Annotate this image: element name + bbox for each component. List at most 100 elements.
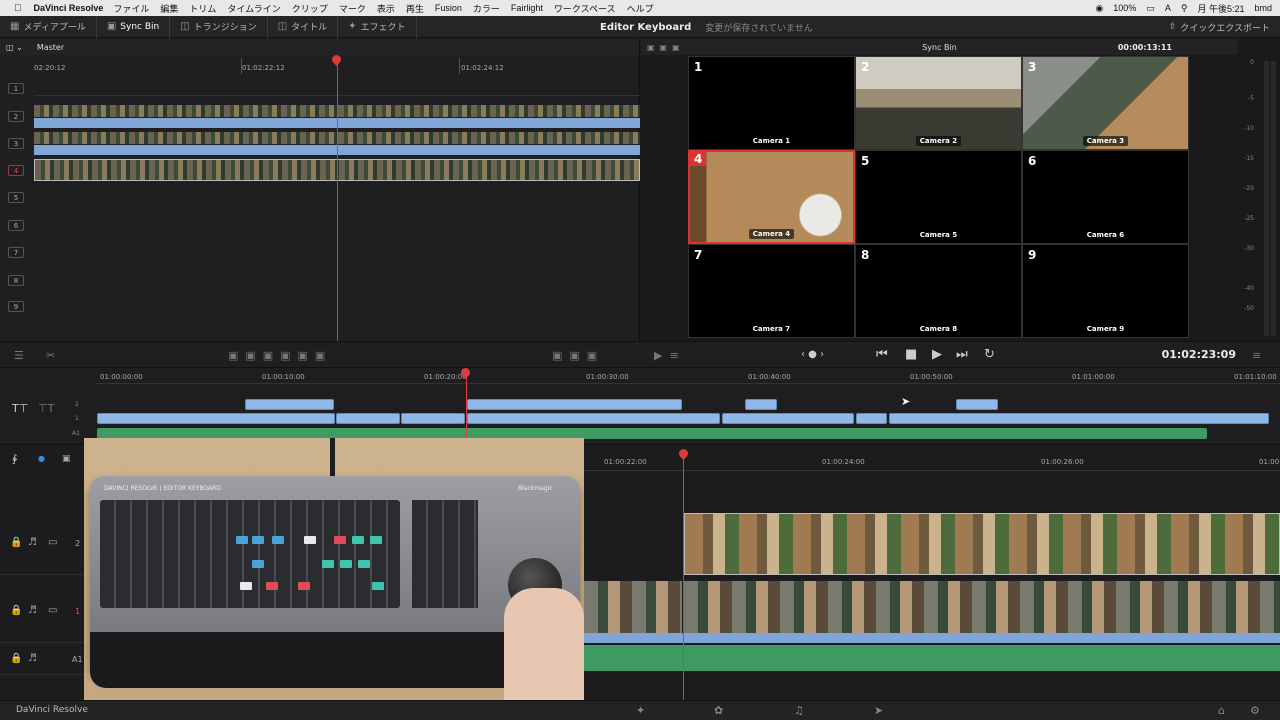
snapping-icon[interactable]: ∲ <box>12 454 17 465</box>
viewer-timecode: 00:00:13:11 <box>1117 42 1172 52</box>
upper-clip-v2[interactable] <box>745 399 777 410</box>
lower-ruler[interactable]: 01:00:22:00 01:00:24:00 01:00:26:00 01:0… <box>584 445 1280 471</box>
color-page-icon[interactable]: ✿ <box>714 704 723 717</box>
menu-color[interactable]: カラー <box>473 2 500 15</box>
deliver-page-icon[interactable]: ➤ <box>874 704 883 717</box>
menu-playback[interactable]: 再生 <box>406 2 424 15</box>
lower-clip-audio-link[interactable] <box>584 633 1280 643</box>
menu-view[interactable]: 表示 <box>377 2 395 15</box>
source-track-num[interactable]: 2 <box>8 111 24 122</box>
gear-icon[interactable]: ⚙ <box>1250 704 1260 717</box>
upper-clip-v1[interactable] <box>467 413 720 424</box>
loop-icon[interactable]: ↻ <box>984 347 995 362</box>
quick-export-button[interactable]: ⇧ クイックエクスポート <box>1169 16 1270 38</box>
camera-angle-7[interactable]: 7 Camera 7 <box>688 244 855 338</box>
menu-icon[interactable]: ≡ <box>1252 349 1261 362</box>
lock-icon[interactable]: 🔒 <box>10 653 22 664</box>
menu-trim[interactable]: トリム <box>189 2 216 15</box>
camera-number: 8 <box>861 248 870 262</box>
source-track-num[interactable]: 6 <box>8 220 24 231</box>
upper-clip-v1[interactable] <box>889 413 1269 424</box>
camera-angle-3[interactable]: 3 Camera 3 <box>1022 56 1189 150</box>
lock-icon[interactable]: 🔒 <box>10 605 22 616</box>
source-track-num[interactable]: 3 <box>8 138 24 149</box>
upper-clip-v2[interactable] <box>467 399 682 410</box>
play-icon[interactable]: ▶ <box>932 347 942 362</box>
source-track-num[interactable]: 1 <box>8 83 24 94</box>
blade-icon[interactable]: ✂ <box>46 349 55 362</box>
upper-clip-v1[interactable] <box>401 413 465 424</box>
camera-angle-5[interactable]: 5 Camera 5 <box>855 150 1022 244</box>
fairlight-page-icon[interactable]: ♫ <box>794 704 804 717</box>
input-source-indicator[interactable]: A <box>1165 3 1171 13</box>
upper-clip-v2[interactable] <box>245 399 334 410</box>
camera-angle-9[interactable]: 9 Camera 9 <box>1022 244 1189 338</box>
upper-clip-v2[interactable] <box>956 399 998 410</box>
speaker-icon[interactable]: ♬ <box>28 605 37 616</box>
camera-angle-6[interactable]: 6 Camera 6 <box>1022 150 1189 244</box>
speaker-icon[interactable]: ♬ <box>28 653 37 664</box>
menu-help[interactable]: ヘルプ <box>627 2 654 15</box>
transitions-button[interactable]: ◫ トランジション <box>170 15 268 38</box>
menu-edit[interactable]: 編集 <box>160 2 178 15</box>
sync-bin-label: Sync Bin <box>120 21 160 32</box>
monitor-icon[interactable]: ▭ <box>48 537 57 548</box>
title-tool-icon[interactable]: T⊤ <box>12 402 28 415</box>
media-pool-button[interactable]: ▦ メディアプール <box>0 15 97 38</box>
lock-icon[interactable]: 🔒 <box>10 537 22 548</box>
timeline-options-icon[interactable]: ☰ <box>14 349 24 362</box>
apple-menu-icon[interactable]:  <box>14 3 22 14</box>
menubar-user[interactable]: bmd <box>1254 3 1272 13</box>
menu-clip[interactable]: クリップ <box>292 2 328 15</box>
wifi-icon[interactable]: ◉ <box>1095 3 1103 14</box>
go-to-end-icon[interactable]: ⏭ <box>956 347 968 362</box>
lower-clip-v2[interactable] <box>684 513 1280 575</box>
camera-angle-2[interactable]: 2 Camera 2 <box>855 56 1022 150</box>
camera-angle-1[interactable]: 1 Camera 1 <box>688 56 855 150</box>
menu-fairlight[interactable]: Fairlight <box>511 3 543 13</box>
speaker-icon[interactable]: ♬ <box>28 537 37 548</box>
edit-mode-icons[interactable]: ▣ ▣ ▣ ▣ ▣ ▣ <box>228 349 325 362</box>
go-to-start-icon[interactable]: ⏮ <box>876 347 888 362</box>
source-track-num[interactable]: 9 <box>8 301 24 312</box>
fusion-page-icon[interactable]: ✦ <box>636 704 645 717</box>
home-icon[interactable]: ⌂ <box>1218 704 1225 717</box>
menubar-clock[interactable]: 月 午後5:21 <box>1197 2 1244 15</box>
source-track-num[interactable]: 7 <box>8 247 24 258</box>
menu-fusion[interactable]: Fusion <box>435 3 462 13</box>
sync-bin-button[interactable]: ▣ Sync Bin <box>97 15 171 38</box>
source-track-num[interactable]: 5 <box>8 192 24 203</box>
monitor-icon[interactable]: ▭ <box>48 605 57 616</box>
battery-percent[interactable]: 100% <box>1113 3 1136 13</box>
edit-function-icons[interactable]: ▣ ▣ ▣ <box>552 349 597 362</box>
upper-clip-v1[interactable] <box>97 413 335 424</box>
stop-icon[interactable]: ■ <box>905 347 917 362</box>
app-name-menu[interactable]: DaVinci Resolve <box>34 3 104 13</box>
search-icon[interactable]: ⚲ <box>1181 3 1188 14</box>
lower-clip-v1[interactable] <box>584 581 682 633</box>
source-track-num[interactable]: 8 <box>8 275 24 286</box>
lower-clip-v1[interactable] <box>684 581 1280 633</box>
clip-mode-icons[interactable]: ▶ ≡ <box>654 349 679 362</box>
effects-button[interactable]: ✦ エフェクト <box>338 15 417 38</box>
source-track-num[interactable]: 4 <box>8 165 24 176</box>
menubar-status-area: ◉ 100% ▭ A ⚲ 月 午後5:21 bmd <box>1095 0 1272 16</box>
menu-file[interactable]: ファイル <box>113 2 149 15</box>
camera-angle-8[interactable]: 8 Camera 8 <box>855 244 1022 338</box>
upper-clip-v1[interactable] <box>722 413 854 424</box>
camera-angle-4-active[interactable]: 4 Camera 4 <box>688 150 855 244</box>
linked-selection-icon[interactable]: ● <box>38 454 45 463</box>
viewer-mode-icons[interactable]: ▣▣▣ <box>647 43 685 52</box>
menu-timeline[interactable]: タイムライン <box>227 2 280 15</box>
upper-clip-v1[interactable] <box>856 413 887 424</box>
lower-audio-clip-a1[interactable] <box>584 645 1280 671</box>
text-tool-icon[interactable]: ⊤T <box>38 402 54 415</box>
menu-mark[interactable]: マーク <box>339 2 366 15</box>
layout-icon[interactable]: ◫ ⌄ <box>6 43 23 52</box>
upper-clip-v1[interactable] <box>336 413 400 424</box>
titles-button[interactable]: ◫ タイトル <box>268 15 339 38</box>
jog-prev-next-icon[interactable]: ‹ ● › <box>801 349 824 360</box>
upper-ruler[interactable]: 01:00:00:00 01:00:10:00 01:00:20:00 01:0… <box>96 368 1280 384</box>
menu-workspace[interactable]: ワークスペース <box>554 2 616 15</box>
flag-icon[interactable]: ▣ <box>62 454 71 464</box>
